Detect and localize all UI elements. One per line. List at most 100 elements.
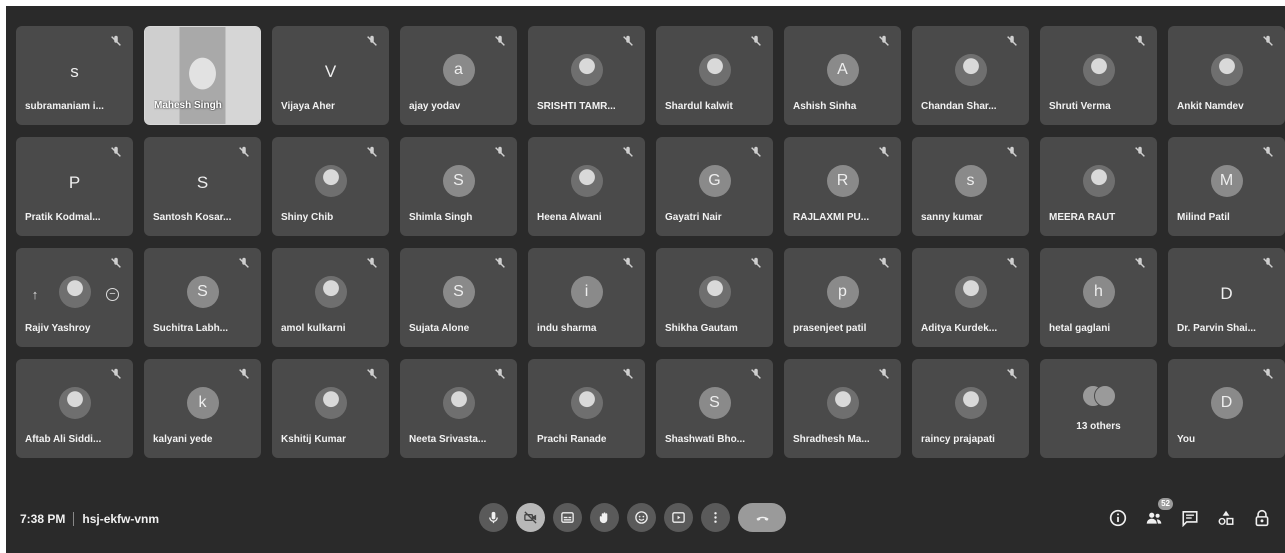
people-button[interactable]: 52	[1143, 498, 1173, 529]
host-controls-button[interactable]	[1251, 507, 1273, 529]
mic-icon	[486, 510, 501, 525]
side-controls: 52	[1107, 498, 1273, 529]
mic-off-icon	[109, 145, 123, 159]
avatar: k	[186, 387, 219, 419]
avatar: A	[826, 54, 859, 86]
avatar: h	[1082, 276, 1115, 308]
mic-off-icon	[493, 367, 507, 381]
mic-off-icon	[493, 34, 507, 48]
participant-tile[interactable]: Heena Alwani	[528, 137, 645, 236]
avatar: i	[570, 276, 603, 308]
participant-tile[interactable]: Ankit Namdev	[1168, 26, 1285, 125]
meeting-details-button[interactable]	[1107, 507, 1129, 529]
participant-name: RAJLAXMI PU...	[793, 212, 870, 223]
avatar	[954, 54, 987, 86]
participant-tile[interactable]: D You	[1168, 359, 1285, 458]
participant-tile[interactable]: Shruti Verma	[1040, 26, 1157, 125]
more-options-button[interactable]	[701, 503, 730, 532]
participant-tile[interactable]: ↑ − Rajiv Yashroy	[16, 248, 133, 347]
remove-icon[interactable]: −	[106, 288, 119, 301]
activities-button[interactable]	[1215, 507, 1237, 529]
participant-tile[interactable]: SRISHTI TAMR...	[528, 26, 645, 125]
avatar-initial: P	[68, 173, 81, 192]
participant-tile[interactable]: M Milind Patil	[1168, 137, 1285, 236]
chat-button[interactable]	[1179, 507, 1201, 529]
pin-icon[interactable]: ↑	[28, 288, 42, 302]
participant-tile[interactable]: Shradhesh Ma...	[784, 359, 901, 458]
avatar	[442, 387, 475, 419]
avatar-stack	[1081, 385, 1116, 407]
participant-tile[interactable]: raincy prajapati	[912, 359, 1029, 458]
participant-tile[interactable]: V Vijaya Aher	[272, 26, 389, 125]
captions-button[interactable]	[553, 503, 582, 532]
participant-tile[interactable]: D Dr. Parvin Shai...	[1168, 248, 1285, 347]
meeting-code: hsj-ekfw-vnm	[82, 512, 160, 526]
avatar	[314, 387, 347, 419]
participant-tile[interactable]: MEERA RAUT	[1040, 137, 1157, 236]
more-vert-icon	[708, 510, 723, 525]
raise-hand-button[interactable]	[590, 503, 619, 532]
mic-off-icon	[621, 367, 635, 381]
participant-tile[interactable]: S Shashwati Bho...	[656, 359, 773, 458]
participant-tile[interactable]: Aftab Ali Siddi...	[16, 359, 133, 458]
participant-tile[interactable]: amol kulkarni	[272, 248, 389, 347]
participant-tile[interactable]: S Suchitra Labh...	[144, 248, 261, 347]
reactions-button[interactable]	[627, 503, 656, 532]
present-button[interactable]	[664, 503, 693, 532]
leave-call-button[interactable]	[738, 503, 786, 532]
participant-tile[interactable]: Mahesh Singh	[144, 26, 261, 125]
avatar: S	[698, 387, 731, 419]
participant-name: Dr. Parvin Shai...	[1177, 323, 1256, 334]
participant-name: You	[1177, 434, 1196, 445]
participant-tile[interactable]: Prachi Ranade	[528, 359, 645, 458]
participant-tile[interactable]: S Sujata Alone	[400, 248, 517, 347]
participant-tile[interactable]: h hetal gaglani	[1040, 248, 1157, 347]
participant-name: Shradhesh Ma...	[793, 434, 870, 445]
avatar	[570, 165, 603, 197]
participant-name: Mahesh Singh	[154, 100, 222, 111]
camera-button[interactable]	[516, 503, 545, 532]
participant-name: ajay yodav	[409, 101, 461, 112]
participant-tile[interactable]: G Gayatri Nair	[656, 137, 773, 236]
avatar	[1082, 165, 1115, 197]
participant-tile[interactable]: Chandan Shar...	[912, 26, 1029, 125]
mic-off-icon	[1133, 34, 1147, 48]
bottom-toolbar: 7:38 PM hsj-ekfw-vnm 52	[6, 495, 1285, 553]
participant-tile[interactable]: S Santosh Kosar...	[144, 137, 261, 236]
participant-tile[interactable]: s subramaniam i...	[16, 26, 133, 125]
mic-off-icon	[877, 145, 891, 159]
participant-tile[interactable]: 13 others	[1040, 359, 1157, 458]
mic-off-icon	[1005, 145, 1019, 159]
participant-tile[interactable]: Aditya Kurdek...	[912, 248, 1029, 347]
participant-tile[interactable]: Shardul kalwit	[656, 26, 773, 125]
mic-off-icon	[621, 145, 635, 159]
mic-off-icon	[1005, 367, 1019, 381]
mic-button[interactable]	[479, 503, 508, 532]
participant-tile[interactable]: a ajay yodav	[400, 26, 517, 125]
participant-tile[interactable]: R RAJLAXMI PU...	[784, 137, 901, 236]
participant-tile[interactable]: A Ashish Sinha	[784, 26, 901, 125]
participant-tile[interactable]: Shikha Gautam	[656, 248, 773, 347]
participant-name: Gayatri Nair	[665, 212, 722, 223]
participant-name: Shiny Chib	[281, 212, 334, 223]
avatar	[58, 276, 91, 308]
participant-tile[interactable]: P Pratik Kodmal...	[16, 137, 133, 236]
mic-off-icon	[365, 367, 379, 381]
participant-tile[interactable]: S Shimla Singh	[400, 137, 517, 236]
participant-tile[interactable]: p prasenjeet patil	[784, 248, 901, 347]
participant-tile[interactable]: i indu sharma	[528, 248, 645, 347]
mic-off-icon	[365, 145, 379, 159]
mic-off-icon	[1133, 256, 1147, 270]
participant-tile[interactable]: k kalyani yede	[144, 359, 261, 458]
participant-tile[interactable]: Shiny Chib	[272, 137, 389, 236]
mic-off-icon	[749, 145, 763, 159]
avatar: a	[442, 54, 475, 86]
avatar: s	[954, 165, 987, 197]
mic-off-icon	[237, 367, 251, 381]
avatar	[826, 387, 859, 419]
participant-tile[interactable]: Neeta Srivasta...	[400, 359, 517, 458]
participant-name: amol kulkarni	[281, 323, 346, 334]
participant-tile[interactable]: s sanny kumar	[912, 137, 1029, 236]
mic-off-icon	[1261, 256, 1275, 270]
participant-tile[interactable]: Kshitij Kumar	[272, 359, 389, 458]
